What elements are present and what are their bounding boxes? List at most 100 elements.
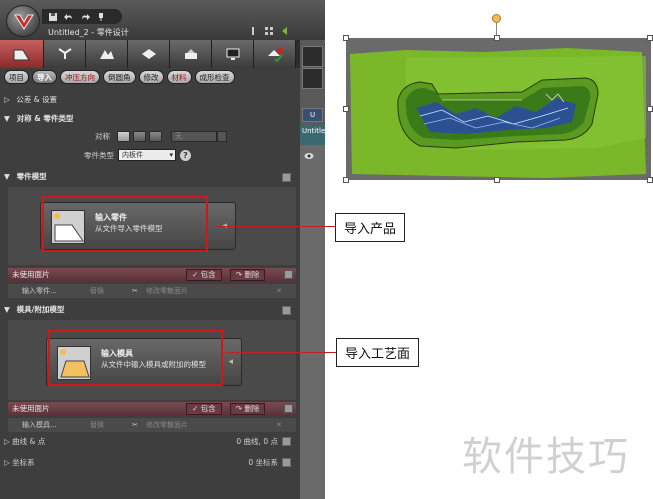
section-mold-model[interactable]: ▼ 模具/附加模型 <box>4 303 296 317</box>
tab-fillet[interactable]: 倒圆角 <box>103 70 136 84</box>
expand-arrow-icon: ▷ <box>4 437 13 446</box>
include-button[interactable]: ✓ 包含 <box>186 403 222 415</box>
section-tolerance-settings[interactable]: ▷ 公差 & 设置 <box>4 93 296 107</box>
workflow-step-surface[interactable] <box>86 40 128 68</box>
part-type-select[interactable]: 内板件 ▾ <box>118 149 176 161</box>
symmetry-dropdown[interactable]: 无 <box>171 131 217 142</box>
symmetry-label: 对称 <box>95 132 110 141</box>
app-logo-icon[interactable] <box>6 5 40 37</box>
workflow-step-import[interactable] <box>0 40 44 68</box>
unused-checkbox[interactable] <box>284 270 293 279</box>
mold-icon <box>141 49 156 59</box>
workflow-step-mold[interactable] <box>128 40 170 68</box>
die-face-preview-image[interactable] <box>346 38 651 180</box>
section-label: 零件模型 <box>16 172 47 181</box>
arrow-left-icon: ◂ <box>228 357 233 367</box>
symmetry-row: 对称 无 <box>95 131 227 142</box>
tab-material[interactable]: 材料 <box>166 70 192 84</box>
row-checkbox[interactable] <box>282 437 291 446</box>
curves-points-row[interactable]: ▷ 曲线 & 点 0 曲线, 0 点 <box>4 434 296 450</box>
resize-handle[interactable] <box>647 106 653 112</box>
resize-handle[interactable] <box>494 177 500 183</box>
side-tab-title[interactable]: Untitle <box>300 125 325 145</box>
grid-icon[interactable] <box>264 26 274 36</box>
side-panel-button[interactable] <box>302 68 323 89</box>
resize-handle[interactable] <box>647 177 653 183</box>
input-part-dropdown[interactable]: 输入零件... <box>22 284 57 298</box>
undo-icon[interactable] <box>64 12 74 22</box>
leader-line-import-product <box>216 226 336 227</box>
document-title: Untitled_2 - 零件设计 <box>48 28 129 37</box>
tab-modify[interactable]: 修改 <box>138 70 164 84</box>
save-icon[interactable] <box>48 12 58 22</box>
modify-scatter-button[interactable]: 修改零散面片 <box>146 284 188 298</box>
chevron-down-icon[interactable] <box>217 131 227 142</box>
pin-icon[interactable] <box>96 12 106 22</box>
resize-handle[interactable] <box>343 35 349 41</box>
highlight-box-import-part <box>42 196 208 252</box>
unused-patches-label: 未使用面片 <box>12 270 50 279</box>
symmetry-half-button[interactable] <box>133 131 146 142</box>
part-type-label: 零件类型 <box>84 150 114 160</box>
parting-icon <box>57 48 72 59</box>
delete-button[interactable]: ↷ 删除 <box>229 403 266 415</box>
workflow-strip <box>0 40 300 68</box>
section-label: 对称 & 零件类型 <box>16 114 74 123</box>
resize-handle[interactable] <box>343 106 349 112</box>
core-icon <box>184 49 197 59</box>
tab-stamping-direction[interactable]: 冲压方向 <box>60 70 100 84</box>
workflow-step-screen[interactable] <box>212 40 254 68</box>
die-face-model <box>346 38 651 180</box>
row-checkbox[interactable] <box>282 458 291 467</box>
eye-icon[interactable] <box>304 152 314 160</box>
coordinate-systems-count: 0 坐标系 <box>248 458 278 467</box>
section-part-model[interactable]: ▼ 零件模型 <box>4 170 296 184</box>
rotation-handle[interactable] <box>492 14 501 23</box>
collapse-arrow-icon[interactable] <box>280 26 290 36</box>
side-panel-button[interactable] <box>302 46 323 67</box>
collapse-arrow-icon: ▼ <box>4 172 10 181</box>
tab-formability-check[interactable]: 成形检查 <box>194 70 235 84</box>
symmetry-none-button[interactable] <box>117 131 130 142</box>
workflow-step-core[interactable] <box>170 40 212 68</box>
include-icon: ✓ <box>192 270 201 279</box>
title-bar-controls <box>248 26 290 36</box>
part-type-row: 零件类型 内板件 ▾ ? <box>84 149 191 161</box>
coordinate-systems-row[interactable]: ▷ 坐标系 0 坐标系 <box>4 455 296 471</box>
scissors-icon[interactable]: ✂ <box>132 418 138 432</box>
workflow-step-parting[interactable] <box>44 40 86 68</box>
replace-button[interactable]: 替换 <box>90 418 104 432</box>
section-checkbox[interactable] <box>282 306 291 315</box>
app-window: Untitled_2 - 零件设计 U Untitle 项目 导入 冲压方向 倒… <box>0 0 325 499</box>
tab-project[interactable]: 项目 <box>4 70 29 84</box>
surface-icon <box>99 50 114 59</box>
mold-tool-row: 输入模具... 替换 ✂ 修改零散面片 ✕ <box>8 418 296 432</box>
part-tool-row: 输入零件... 替换 ✂ 修改零散面片 ✕ <box>8 284 296 298</box>
section-symmetry-part-type[interactable]: ▼ 对称 & 零件类型 <box>4 112 296 126</box>
resize-handle[interactable] <box>647 35 653 41</box>
side-tab[interactable]: U <box>302 108 323 122</box>
close-icon[interactable]: ✕ <box>276 418 282 432</box>
screen-icon <box>226 48 239 60</box>
close-icon[interactable]: ✕ <box>276 284 282 298</box>
tab-import[interactable]: 导入 <box>32 70 57 84</box>
import-part-icon <box>13 49 30 61</box>
resize-handle[interactable] <box>494 35 500 41</box>
replace-button[interactable]: 替换 <box>90 284 104 298</box>
section-checkbox[interactable] <box>282 173 291 182</box>
info-icon[interactable] <box>248 26 258 36</box>
delete-button[interactable]: ↷ 删除 <box>229 269 266 281</box>
highlight-box-import-mold <box>48 330 223 386</box>
redo-icon[interactable] <box>80 12 90 22</box>
include-button[interactable]: ✓ 包含 <box>186 269 222 281</box>
modify-scatter-button[interactable]: 修改零散面片 <box>146 418 188 432</box>
help-icon[interactable]: ? <box>180 149 191 161</box>
check-icon <box>267 48 283 62</box>
unused-checkbox[interactable] <box>284 404 293 413</box>
resize-handle[interactable] <box>343 177 349 183</box>
curves-points-count: 0 曲线, 0 点 <box>236 437 278 446</box>
input-mold-dropdown[interactable]: 输入模具... <box>22 418 57 432</box>
symmetry-full-button[interactable] <box>149 131 162 142</box>
workflow-step-check[interactable] <box>254 40 296 68</box>
scissors-icon[interactable]: ✂ <box>132 284 138 298</box>
